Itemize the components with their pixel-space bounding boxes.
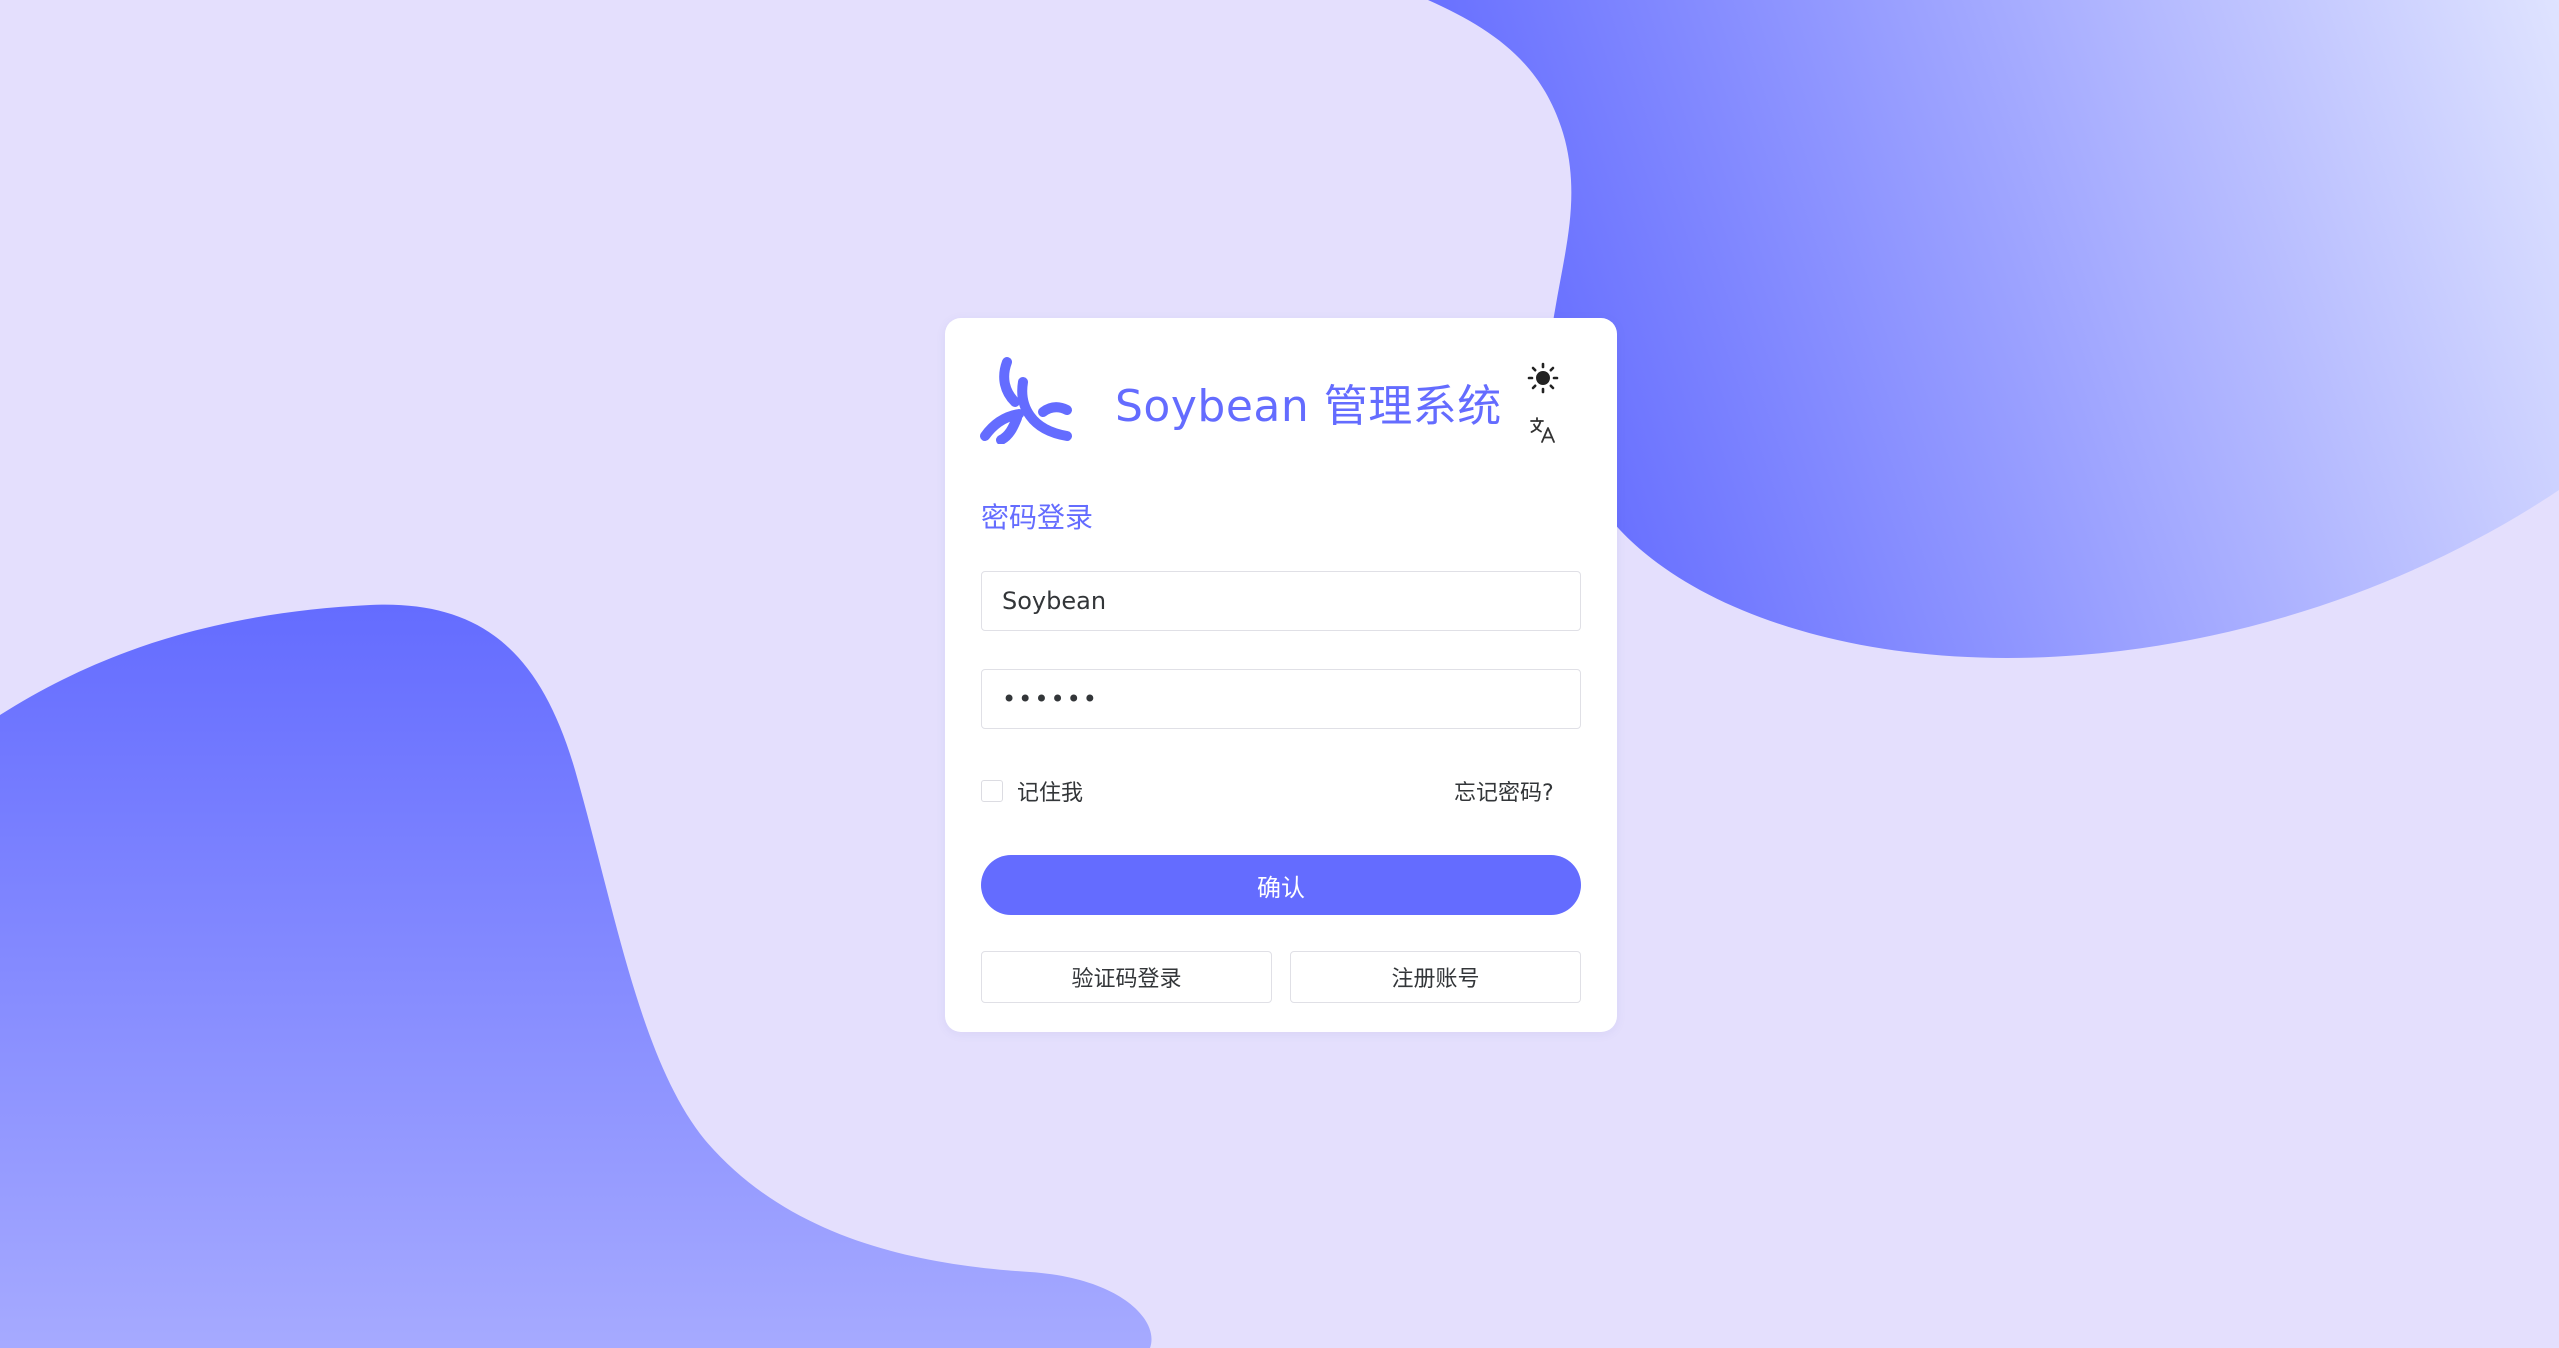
app-title: Soybean 管理系统 xyxy=(1115,381,1502,432)
sun-icon xyxy=(1527,362,1559,394)
remember-me-checkbox[interactable]: 记住我 xyxy=(981,775,1083,807)
translate-icon xyxy=(1530,417,1555,443)
username-input[interactable] xyxy=(981,571,1581,631)
login-page: Soybean 管理系统 密码登录 Soybean 记住我 忘记密码? 确认 验… xyxy=(0,0,2559,1348)
login-card: Soybean 管理系统 密码登录 Soybean 记住我 忘记密码? 确认 验… xyxy=(945,318,1617,1032)
theme-toggle-button[interactable] xyxy=(1523,358,1563,398)
language-switch-button[interactable] xyxy=(1523,410,1563,450)
confirm-button[interactable]: 确认 xyxy=(981,855,1581,915)
checkbox-box[interactable] xyxy=(981,780,1003,802)
password-input[interactable] xyxy=(981,669,1581,729)
login-mode-title: 密码登录 xyxy=(981,501,1094,534)
register-button[interactable]: 注册账号 xyxy=(1290,951,1581,1003)
soybean-logo-icon xyxy=(980,357,1072,444)
forgot-password-link[interactable]: 忘记密码? xyxy=(1454,775,1554,807)
code-login-button[interactable]: 验证码登录 xyxy=(981,951,1272,1003)
remember-me-label: 记住我 xyxy=(1017,781,1084,806)
